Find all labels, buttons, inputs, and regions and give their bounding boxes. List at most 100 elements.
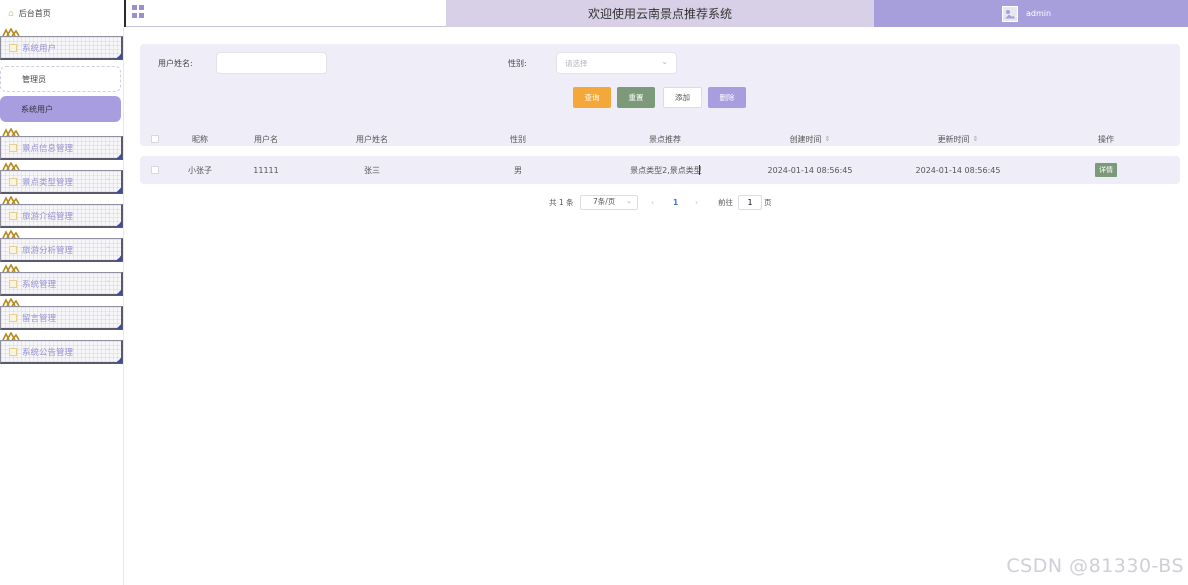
- goto-label: 前往: [718, 197, 733, 207]
- home-link[interactable]: ⌂ 后台首页: [0, 0, 124, 27]
- sort-icon[interactable]: ⇕: [825, 135, 831, 143]
- col-created-label: 创建时间: [789, 134, 822, 144]
- col-gender: 性别: [510, 134, 526, 144]
- cell-real-name: 张三: [364, 165, 380, 175]
- chevron-down-icon: ⌄: [105, 208, 111, 216]
- prev-page-icon[interactable]: ‹: [651, 194, 654, 210]
- page-corner-icon: [116, 255, 122, 261]
- sidebar-menu-label: 留言管理: [22, 313, 57, 324]
- page-size-select[interactable]: 7条/页 ⌄: [580, 194, 638, 210]
- user-icon: [9, 43, 17, 52]
- goto-page-wrap: [738, 194, 762, 210]
- col-updated[interactable]: 更新时间 ⇕: [898, 124, 1018, 154]
- page-number[interactable]: 1: [673, 194, 678, 210]
- table-header: 昵称 用户名 用户姓名 性别 景点推荐 创建时间 ⇕ 更新时间 ⇕ 操作: [140, 124, 1180, 154]
- sidebar: 系统用户 ⌄ 管理员 系统用户 景点信息管理 ⌄ 景点类型管理 ⌄ 旅游介绍管理 ⌄ 旅游分析管理 ⌄…: [0, 27, 124, 585]
- col-updated-label: 更新时间: [937, 134, 970, 144]
- col-nickname: 昵称: [192, 134, 208, 144]
- row-checkbox[interactable]: [148, 156, 162, 184]
- col-username: 用户名: [254, 134, 278, 144]
- sidebar-menu-label: 旅游分析管理: [22, 245, 74, 256]
- sidebar-menu-7[interactable]: 系统公告管理 ⌄: [0, 340, 123, 364]
- select-all-checkbox[interactable]: [148, 124, 162, 154]
- chevron-down-icon: ⌄: [105, 310, 111, 318]
- gender-select-placeholder: 请选择: [565, 58, 588, 68]
- user-menu[interactable]: admin: [874, 0, 1188, 27]
- folder-icon: [9, 143, 17, 152]
- page-unit: 页: [764, 197, 772, 207]
- home-icon: ⌂: [8, 8, 14, 19]
- page-corner-icon: [116, 357, 122, 363]
- query-button[interactable]: 查询: [573, 87, 611, 108]
- folder-icon: [9, 245, 17, 254]
- cell-gender: 男: [514, 165, 522, 175]
- home-label: 后台首页: [18, 9, 51, 18]
- sidebar-menu-3[interactable]: 旅游介绍管理 ⌄: [0, 204, 123, 228]
- next-page-icon[interactable]: ›: [695, 194, 698, 210]
- sidebar-menu-0[interactable]: 系统用户 ⌄: [0, 36, 123, 60]
- cell-recommend-text: 景点类型2,景点类型: [630, 165, 702, 175]
- add-button[interactable]: 添加: [663, 87, 702, 108]
- system-title-banner: 欢迎使用云南景点推荐系统: [446, 0, 874, 27]
- page-corner-icon: [116, 187, 122, 193]
- chevron-down-icon: ⌄: [626, 196, 632, 205]
- page-corner-icon: [116, 323, 122, 329]
- delete-button[interactable]: 删除: [708, 87, 746, 108]
- cell-nickname: 小张子: [188, 165, 212, 175]
- folder-icon: [9, 211, 17, 220]
- chevron-down-icon: ⌄: [105, 344, 111, 352]
- sidebar-menu-6[interactable]: 留言管理 ⌄: [0, 306, 123, 330]
- table-row: 小张子 11111 张三 男 景点类型2,景点类型 2024-01-14 08:…: [140, 156, 1180, 184]
- chevron-down-icon: ⌄: [105, 242, 111, 250]
- reset-button[interactable]: 重置: [617, 87, 655, 108]
- detail-button[interactable]: 详情: [1095, 163, 1117, 177]
- sidebar-subitem-label: 管理员: [22, 74, 46, 84]
- sidebar-menu-label: 系统公告管理: [22, 347, 74, 358]
- page-title: 欢迎使用云南景点推荐系统: [587, 7, 732, 21]
- sidebar-menu-label: 景点信息管理: [22, 143, 74, 154]
- name-filter-label: 用户姓名:: [158, 59, 193, 68]
- app-root: ⌂ 后台首页 欢迎使用云南景点推荐系统 admin 系统用户 ⌄ 管理员 系统用户 景点…: [0, 0, 1188, 585]
- sidebar-menu-label: 系统用户: [22, 43, 57, 54]
- sidebar-menu-label: 景点类型管理: [22, 177, 74, 188]
- text-cursor-icon: [698, 165, 700, 175]
- username: admin: [1026, 9, 1052, 18]
- col-action: 操作: [1098, 134, 1114, 144]
- sort-icon[interactable]: ⇕: [973, 135, 979, 143]
- sidebar-menu-label: 旅游介绍管理: [22, 211, 74, 222]
- goto-page-input[interactable]: [738, 194, 762, 210]
- cell-recommend: 景点类型2,景点类型: [610, 156, 720, 184]
- sidebar-subitem-0-1[interactable]: 系统用户: [0, 96, 121, 122]
- sidebar-menu-2[interactable]: 景点类型管理 ⌄: [0, 170, 123, 194]
- gender-select[interactable]: 请选择 ⌄: [556, 52, 677, 74]
- page-size-value: 7条/页: [593, 196, 616, 206]
- grid-menu-icon[interactable]: [132, 5, 145, 18]
- cell-created: 2024-01-14 08:56:45: [767, 165, 853, 175]
- sidebar-subitem-0-0[interactable]: 管理员: [0, 66, 121, 92]
- main-content: 用户姓名: 性别: 请选择 ⌄ 查询 重置 添加 删除 昵称 用户名 用户姓名 …: [124, 28, 1188, 585]
- chevron-down-icon: ⌄: [105, 174, 111, 182]
- sidebar-menu-label: 系统管理: [22, 279, 57, 290]
- total-count: 共 1 条: [549, 197, 574, 207]
- chevron-down-icon: ⌄: [661, 57, 668, 66]
- sidebar-menu-4[interactable]: 旅游分析管理 ⌄: [0, 238, 123, 262]
- cell-username: 11111: [253, 165, 279, 175]
- page-corner-icon: [116, 53, 122, 59]
- watermark: CSDN @81330-BS: [1006, 555, 1184, 577]
- page-corner-icon: [116, 289, 122, 295]
- chevron-down-icon: ⌄: [105, 40, 111, 48]
- folder-icon: [9, 279, 17, 288]
- cell-action: 详情: [1070, 156, 1142, 184]
- avatar-image-icon: [1002, 5, 1018, 22]
- col-created[interactable]: 创建时间 ⇕: [750, 124, 870, 154]
- gender-filter-label: 性别:: [508, 59, 527, 68]
- folder-icon: [9, 347, 17, 356]
- name-filter-input[interactable]: [216, 52, 327, 74]
- sidebar-menu-5[interactable]: 系统管理 ⌄: [0, 272, 123, 296]
- chevron-down-icon: ⌄: [105, 140, 111, 148]
- page-corner-icon: [116, 221, 122, 227]
- folder-icon: [9, 177, 17, 186]
- top-header: ⌂ 后台首页 欢迎使用云南景点推荐系统 admin: [0, 0, 1188, 27]
- cell-updated: 2024-01-14 08:56:45: [915, 165, 1001, 175]
- sidebar-menu-1[interactable]: 景点信息管理 ⌄: [0, 136, 123, 160]
